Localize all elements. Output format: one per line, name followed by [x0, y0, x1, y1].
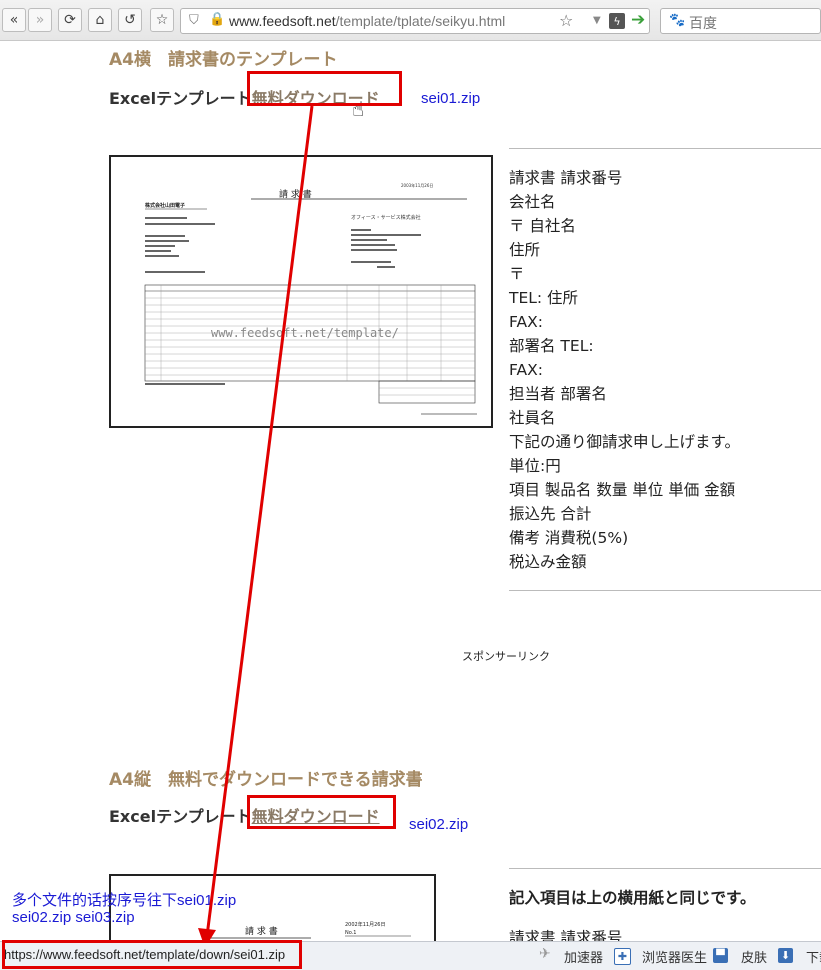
download-icon: ⬇ [778, 948, 793, 963]
annotation-arrow [198, 105, 314, 948]
rocket-icon[interactable]: ✈ [539, 946, 551, 962]
doctor-icon: ✚ [614, 948, 631, 965]
annotation-highlight-box [2, 940, 302, 969]
shirt-icon: ▀ [713, 948, 728, 963]
browser-doctor-button[interactable]: 浏览器医生 [642, 947, 707, 966]
accelerator-button[interactable]: 加速器 [564, 947, 603, 966]
download-button[interactable]: 下载 [806, 947, 821, 966]
skin-button[interactable]: 皮肤 [741, 947, 767, 966]
